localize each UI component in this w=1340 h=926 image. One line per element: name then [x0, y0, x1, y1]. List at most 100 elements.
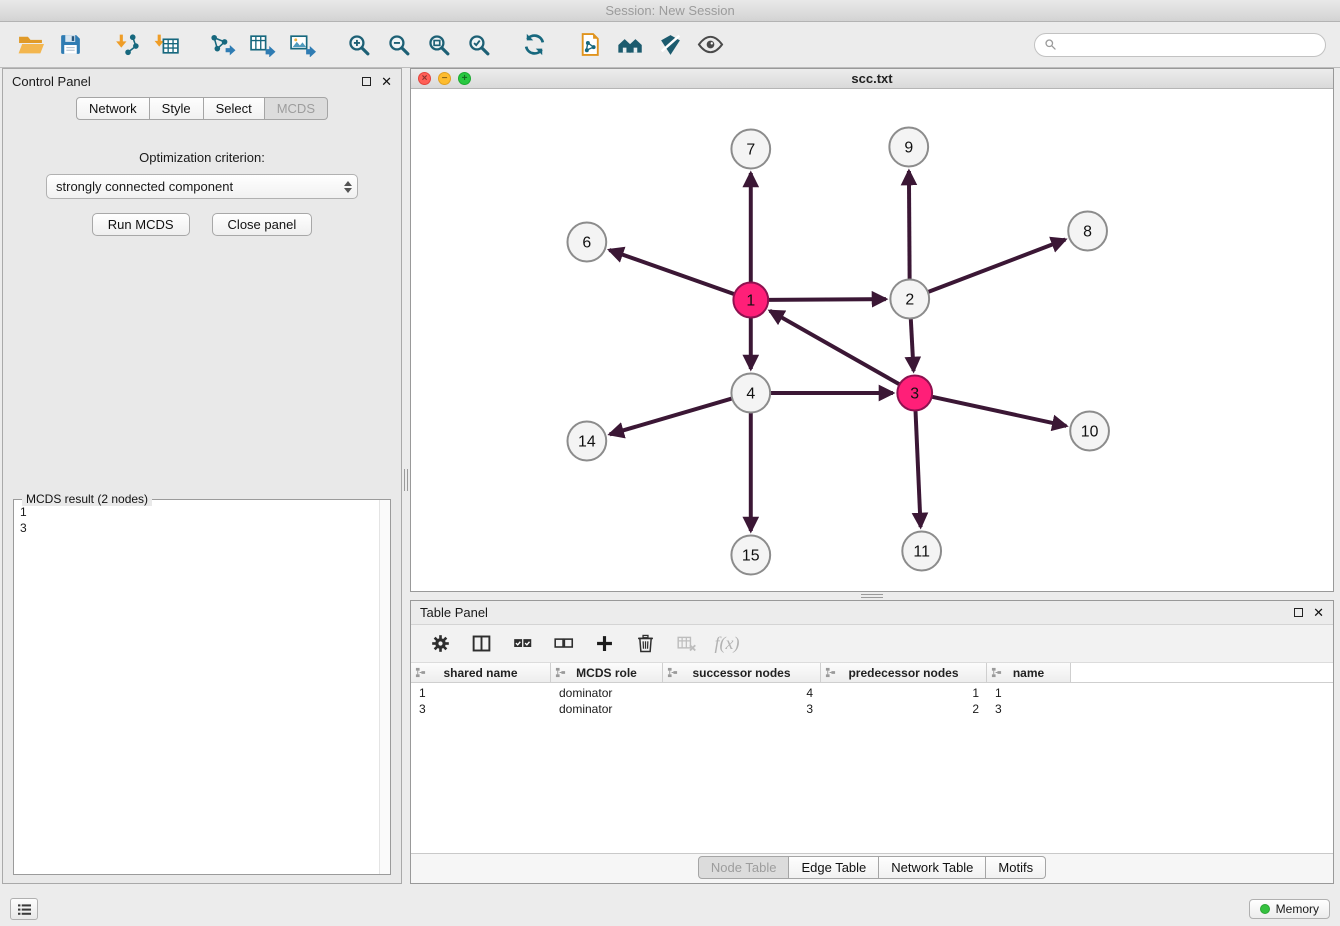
import-network-button[interactable] — [110, 29, 142, 61]
edge-2-3[interactable] — [911, 319, 914, 371]
add-row-button[interactable] — [591, 631, 617, 657]
column-header-successor-nodes[interactable]: successor nodes — [663, 663, 821, 682]
search-box[interactable] — [1034, 33, 1326, 57]
manage-networks-button[interactable] — [574, 29, 606, 61]
table-cell: 3 — [987, 702, 1071, 716]
edge-2-8[interactable] — [928, 240, 1065, 292]
main-area: Control Panel ✕ NetworkStyleSelectMCDS O… — [0, 68, 1340, 892]
deselect-all-rows-icon — [553, 633, 574, 654]
tab-select[interactable]: Select — [204, 97, 265, 120]
node-1[interactable]: 1 — [733, 283, 768, 318]
network-canvas[interactable]: 7 9 6 8 1 2 4 3 14 10 15 11 — [411, 89, 1333, 591]
table-options-icon — [430, 633, 451, 654]
node-8[interactable]: 8 — [1068, 212, 1107, 251]
column-header-name[interactable]: name — [987, 663, 1071, 682]
delete-row-button[interactable] — [632, 631, 658, 657]
header-filler — [1071, 663, 1333, 682]
window-zoom-button[interactable]: + — [458, 72, 471, 85]
edge-2-9[interactable] — [909, 171, 910, 279]
tab-network[interactable]: Network — [76, 97, 150, 120]
node-3[interactable]: 3 — [897, 376, 932, 411]
edge-1-6[interactable] — [609, 250, 734, 294]
application-window: Session: New Session Control Panel ✕ Net… — [0, 0, 1340, 926]
zoom-selected-button[interactable] — [462, 29, 494, 61]
table-cell: 1 — [411, 686, 551, 700]
node-10[interactable]: 10 — [1070, 412, 1109, 451]
dropdown-stepper-icon — [344, 181, 352, 193]
edge-3-1[interactable] — [770, 311, 899, 384]
table-tab-network-table[interactable]: Network Table — [879, 856, 986, 879]
node-9[interactable]: 9 — [889, 128, 928, 167]
window-minimize-button[interactable]: − — [438, 72, 451, 85]
delete-table-button[interactable] — [673, 631, 699, 657]
apply-layout-button[interactable] — [518, 29, 550, 61]
network-window-titlebar[interactable]: ×−+ scc.txt — [411, 69, 1333, 89]
criterion-dropdown[interactable]: strongly connected component — [46, 174, 358, 199]
table-tab-edge-table[interactable]: Edge Table — [789, 856, 879, 879]
table-cell: 3 — [663, 702, 821, 716]
zoom-in-button[interactable] — [342, 29, 374, 61]
style-check-button[interactable] — [654, 29, 686, 61]
export-image-icon — [289, 32, 316, 57]
node-4[interactable]: 4 — [731, 374, 770, 413]
horizontal-splitter[interactable] — [410, 592, 1334, 600]
table-panel-close-button[interactable]: ✕ — [1313, 606, 1324, 619]
show-graphics-details-button[interactable] — [694, 29, 726, 61]
panel-selector-button[interactable] — [10, 898, 38, 920]
table-tab-motifs[interactable]: Motifs — [986, 856, 1046, 879]
memory-button[interactable]: Memory — [1249, 899, 1330, 919]
open-file-button[interactable] — [14, 29, 46, 61]
table-tabs: Node TableEdge TableNetwork TableMotifs — [698, 856, 1046, 879]
window-close-button[interactable]: × — [418, 72, 431, 85]
network-home-button[interactable] — [614, 29, 646, 61]
node-6[interactable]: 6 — [567, 223, 606, 262]
zoom-fit-button[interactable] — [422, 29, 454, 61]
edge-4-14[interactable] — [610, 399, 732, 435]
table-cell: 1 — [987, 686, 1071, 700]
zoom-selected-icon — [465, 32, 492, 57]
show-columns-button[interactable] — [468, 631, 494, 657]
close-panel-button[interactable]: Close panel — [212, 213, 313, 236]
function-builder-button[interactable]: f(x) — [714, 631, 740, 657]
export-network-button[interactable] — [206, 29, 238, 61]
control-panel-close-button[interactable]: ✕ — [381, 75, 392, 88]
export-network-icon — [209, 32, 236, 57]
table-tab-node-table[interactable]: Node Table — [698, 856, 790, 879]
node-14[interactable]: 14 — [567, 422, 606, 461]
column-header-MCDS-role[interactable]: MCDS role — [551, 663, 663, 682]
show-columns-icon — [471, 633, 492, 654]
export-table-button[interactable] — [246, 29, 278, 61]
table-row[interactable]: 3dominator323 — [411, 701, 1333, 717]
column-header-predecessor-nodes[interactable]: predecessor nodes — [821, 663, 987, 682]
zoom-out-button[interactable] — [382, 29, 414, 61]
search-input[interactable] — [1062, 38, 1316, 52]
node-label: 1 — [746, 292, 755, 309]
export-image-button[interactable] — [286, 29, 318, 61]
node-11[interactable]: 11 — [902, 532, 941, 571]
node-2[interactable]: 2 — [890, 280, 929, 319]
table-options-button[interactable] — [427, 631, 453, 657]
result-scrollbar[interactable] — [379, 500, 390, 874]
edge-3-11[interactable] — [916, 411, 921, 527]
edge-1-2[interactable] — [769, 299, 886, 300]
tab-mcds[interactable]: MCDS — [265, 97, 328, 120]
deselect-all-rows-button[interactable] — [550, 631, 576, 657]
node-15[interactable]: 15 — [731, 536, 770, 575]
node-table-header: shared nameMCDS rolesuccessor nodesprede… — [411, 663, 1333, 683]
delete-table-icon — [676, 633, 697, 654]
column-sort-icon — [555, 667, 566, 678]
edge-3-10[interactable] — [932, 397, 1066, 426]
node-7[interactable]: 7 — [731, 130, 770, 169]
run-mcds-button[interactable]: Run MCDS — [92, 213, 190, 236]
window-titlebar[interactable]: Session: New Session — [0, 0, 1340, 22]
table-panel-float-button[interactable] — [1294, 608, 1303, 617]
save-session-button[interactable] — [54, 29, 86, 61]
vertical-splitter[interactable] — [402, 68, 410, 892]
import-table-button[interactable] — [150, 29, 182, 61]
control-panel-float-button[interactable] — [362, 77, 371, 86]
table-cell: 1 — [821, 686, 987, 700]
tab-style[interactable]: Style — [150, 97, 204, 120]
table-row[interactable]: 1dominator411 — [411, 685, 1333, 701]
column-header-shared-name[interactable]: shared name — [411, 663, 551, 682]
select-all-rows-button[interactable] — [509, 631, 535, 657]
